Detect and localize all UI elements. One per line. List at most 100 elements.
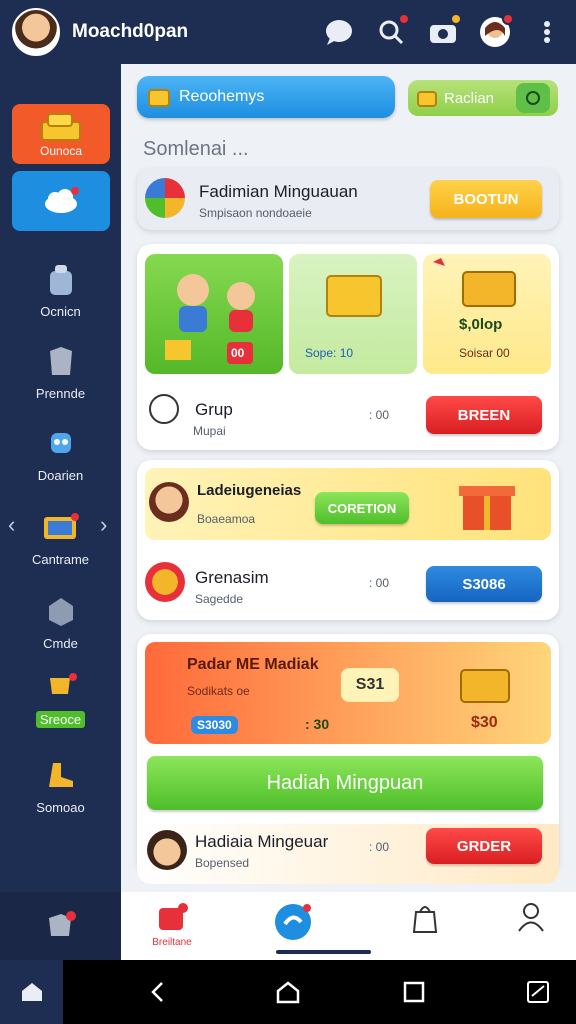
tile-text: Sope: 10 — [305, 346, 354, 360]
grenasim-title: Grenasim — [195, 568, 269, 587]
sidebar-item-cantrame[interactable]: Cantrame — [0, 508, 121, 567]
recent-apps-icon[interactable] — [400, 978, 428, 1006]
lade-button[interactable]: CORETION — [315, 492, 409, 524]
home-swirl-icon — [275, 904, 311, 940]
player-avatar — [147, 830, 187, 870]
promo-right-value: $30 — [471, 714, 498, 731]
sidebar: Ounoca Ocnicn Prennde Doarien ‹ › Cantra… — [0, 64, 121, 892]
refresh-icon[interactable] — [516, 83, 550, 113]
reward-tile-gold[interactable]: Sope: 10 — [289, 254, 417, 374]
armor-icon — [41, 342, 81, 382]
system-home-icon[interactable] — [274, 978, 302, 1006]
action-label: Raclian — [444, 89, 495, 107]
promo-price-tag: S31 — [341, 668, 399, 702]
sidebar-item-label: Ocnicn — [40, 304, 81, 319]
featured-button[interactable]: BOOTUN — [430, 180, 542, 218]
tile-text: Soisar 00 — [459, 346, 510, 360]
robot-icon — [41, 424, 81, 464]
sidebar-item-label: Somoao — [36, 800, 85, 815]
hadiaia-meta: : 00 — [369, 840, 390, 854]
promo-subtitle: Sodikats oe — [187, 684, 250, 698]
camera-icon[interactable] — [426, 13, 462, 49]
sidebar-item-label: Cantrame — [31, 552, 90, 567]
sidebar-item-cloud[interactable] — [12, 171, 110, 231]
hadiah-mingguan-button[interactable]: Hadiah Mingpuan — [147, 756, 543, 810]
grenasim-meta: : 00 — [369, 576, 390, 590]
grenasim-button[interactable]: S3086 — [426, 566, 542, 602]
lade-banner[interactable]: Ladeiugeneias Boaeamoa CORETION — [145, 468, 551, 540]
grenasim-subtitle: Sagedde — [195, 592, 244, 606]
hadiaia-title: Hadiaia Mingeuar — [195, 832, 329, 851]
gold-pile-icon — [326, 275, 382, 317]
top-bar: Moachd0pan — [0, 0, 576, 64]
player-avatar — [149, 482, 189, 522]
search-label: Reoohemys — [179, 88, 265, 105]
profile-avatar[interactable] — [12, 8, 60, 56]
sidebar-bottom-button[interactable] — [0, 892, 121, 960]
coins-icon — [417, 91, 437, 107]
gift-box-icon — [459, 486, 515, 530]
featured-title: Fadimian Minguauan — [199, 182, 358, 201]
nav-item-inventory[interactable] — [395, 902, 455, 939]
sidebar-item-sreoce[interactable]: Sreoce — [0, 668, 121, 728]
sidebar-item-ocnicn[interactable]: Ocnicn — [0, 260, 121, 319]
notification-dot — [398, 13, 410, 25]
reward-tile-chest[interactable]: $,0lop Soisar 00 — [423, 254, 551, 374]
app-title: Moachd0pan — [72, 21, 189, 42]
notification-dot — [502, 13, 514, 25]
bottom-nav: Breiltane — [121, 892, 576, 960]
nav-item-breiltane[interactable]: Breiltane — [137, 902, 207, 948]
grup-button[interactable]: BREEN — [426, 396, 542, 434]
back-icon[interactable] — [144, 978, 172, 1006]
sidebar-item-somoao[interactable]: Somoao — [0, 756, 121, 815]
lade-subtitle: Boaeamoa — [197, 512, 256, 526]
promo-left-value: S3030 — [191, 716, 238, 734]
nav-label: Breiltane — [152, 937, 192, 948]
characters-icon — [165, 274, 255, 364]
featured-card[interactable]: Fadimian Minguauan Smpisaon nondoaeie BO… — [137, 168, 559, 230]
tv-icon — [41, 508, 81, 548]
nav-item-home[interactable] — [263, 902, 323, 947]
more-menu-icon[interactable] — [530, 15, 564, 49]
sidebar-item-label: Sreoce — [35, 711, 86, 728]
reward-tile-characters[interactable]: 00 — [145, 254, 283, 374]
section-label: Somlenai ... — [143, 138, 249, 160]
grup-title: Grup — [195, 400, 233, 419]
events-card: Ladeiugeneias Boaeamoa CORETION Grenasim… — [137, 460, 559, 620]
action-bar[interactable]: Raclian — [408, 80, 558, 116]
treasure-chest-icon — [460, 669, 510, 703]
active-tab-indicator — [276, 950, 371, 954]
shop-icon — [159, 903, 188, 930]
user-icon — [518, 903, 544, 932]
promo-title: Padar ME Madiak — [187, 656, 319, 673]
promo-banner[interactable]: Padar ME Madiak Sodikats oe S31 S3030 : … — [145, 642, 551, 744]
tile-badge: 00 — [231, 346, 245, 360]
lade-title: Ladeiugeneias — [197, 482, 302, 499]
notification-dot — [450, 13, 462, 25]
screenshot-icon[interactable] — [524, 978, 552, 1006]
user-avatar-icon[interactable] — [478, 13, 514, 49]
promo-mid-value: : 30 — [305, 716, 330, 732]
nav-item-profile[interactable] — [501, 902, 561, 937]
sidebar-item-prennde[interactable]: Prennde — [0, 342, 121, 401]
hadiaia-subtitle: Bopensed — [195, 856, 250, 870]
trophy-icon — [41, 668, 81, 708]
sidebar-item-doarien[interactable]: Doarien — [0, 424, 121, 483]
cloud-icon — [45, 187, 79, 213]
reward-wheel-icon — [145, 178, 185, 218]
tile-price: $,0lop — [459, 316, 503, 333]
chat-icon[interactable] — [322, 15, 356, 49]
sidebar-item-ounoca[interactable]: Ounoca — [12, 104, 110, 164]
search-icon[interactable] — [374, 13, 410, 49]
main-content: Reoohemys Raclian Somlenai ... Fadimian … — [121, 64, 576, 892]
rewards-card: 00 Sope: 10 $,0lop Soisar 00 Grup Mupai … — [137, 244, 559, 450]
resource-search-bar[interactable]: Reoohemys — [137, 76, 395, 118]
hadiaia-row[interactable]: Hadiaia Mingeuar Bopensed : 00 GRDER — [137, 824, 559, 884]
sidebar-item-label: Doarien — [37, 468, 84, 483]
sidebar-item-label: Prennde — [35, 386, 86, 401]
group-icon — [149, 394, 179, 424]
hadiaia-button[interactable]: GRDER — [426, 828, 542, 864]
sidebar-item-cmde[interactable]: Cmde — [0, 592, 121, 651]
promo-card: Padar ME Madiak Sodikats oe S31 S3030 : … — [137, 634, 559, 884]
home-icon[interactable] — [0, 960, 63, 1024]
